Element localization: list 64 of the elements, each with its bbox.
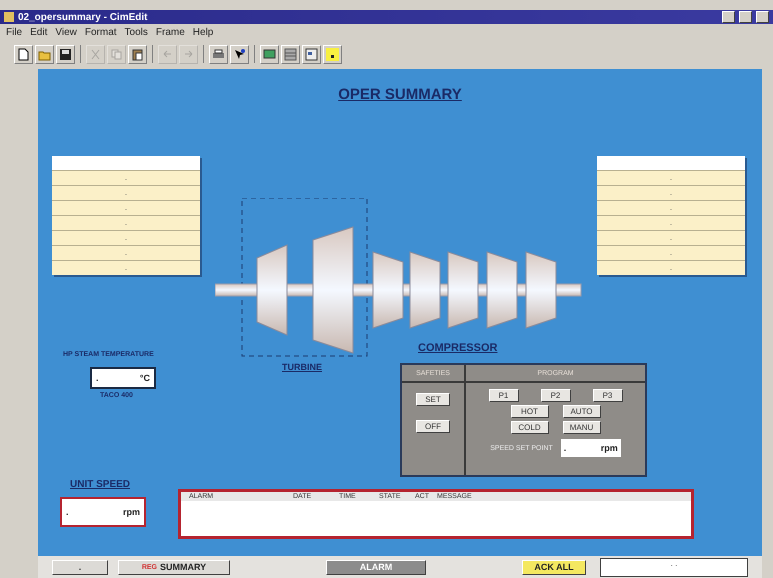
mode-button[interactable]: MANU xyxy=(562,421,600,434)
app-icon xyxy=(4,12,14,22)
table-cell: . xyxy=(52,215,200,230)
safety-button[interactable]: SET xyxy=(416,393,450,406)
table-cell: . xyxy=(52,260,200,275)
menu-item[interactable]: Frame xyxy=(156,26,185,38)
table-cell: . xyxy=(597,215,745,230)
table-cell: . xyxy=(597,230,745,245)
mode-button[interactable]: AUTO xyxy=(562,405,600,418)
table-cell: . xyxy=(597,170,745,185)
mode-button[interactable]: COLD xyxy=(510,421,548,434)
nav-button[interactable]: . xyxy=(52,560,108,574)
program-button[interactable]: P2 xyxy=(540,389,570,402)
set-point-field[interactable]: . rpm xyxy=(560,439,621,457)
safety-button[interactable]: OFF xyxy=(416,420,450,433)
window-title: 02_opersummary - CimEdit xyxy=(18,12,148,22)
toolbar-button[interactable] xyxy=(260,44,279,64)
maximize-button[interactable] xyxy=(739,11,752,23)
program-button[interactable]: P3 xyxy=(592,389,622,402)
scissors-icon xyxy=(89,48,102,60)
table-cell: . xyxy=(597,260,745,275)
new-document-icon xyxy=(17,48,30,60)
printer-icon xyxy=(212,48,225,60)
toolbar-button[interactable] xyxy=(14,44,33,64)
clipboard-icon xyxy=(131,48,144,60)
table-cell: . xyxy=(52,170,200,185)
menu-item[interactable]: File xyxy=(6,26,22,38)
status-field: . . xyxy=(600,558,748,576)
table-cell: . xyxy=(597,200,745,215)
toolbar-button[interactable] xyxy=(302,44,321,64)
unit-speed-label: UNIT SPEED xyxy=(70,479,130,490)
ack-all-button[interactable]: ACK ALL xyxy=(522,560,586,574)
color-icon xyxy=(326,48,339,60)
program-button[interactable]: P1 xyxy=(488,389,518,402)
screen-title: OPER SUMMARY xyxy=(338,86,462,103)
menu-item[interactable]: Format xyxy=(84,26,117,38)
menu-item[interactable]: View xyxy=(55,26,77,38)
table-cell: . xyxy=(52,245,200,260)
menu-item[interactable]: Help xyxy=(192,26,214,38)
turbine-label: TURBINE xyxy=(282,362,322,372)
table-cell: . xyxy=(52,230,200,245)
minimize-button[interactable] xyxy=(722,11,735,23)
table-cell: . xyxy=(597,245,745,260)
table-cell: . xyxy=(52,200,200,215)
monitor-icon xyxy=(263,48,276,60)
copy-icon xyxy=(110,48,123,60)
close-button[interactable] xyxy=(756,11,769,23)
toolbar-button[interactable] xyxy=(230,44,249,64)
menu-item[interactable]: Edit xyxy=(30,26,48,38)
table-cell: . xyxy=(597,185,745,200)
toolbar-button[interactable] xyxy=(56,44,75,64)
grid-icon xyxy=(284,48,297,60)
toolbar-button[interactable] xyxy=(323,44,342,64)
toolbar-button[interactable] xyxy=(209,44,228,64)
help-icon xyxy=(233,48,246,60)
toolbar-button[interactable] xyxy=(281,44,300,64)
compressor-label: COMPRESSOR xyxy=(418,342,498,354)
menu-item[interactable]: Tools xyxy=(124,26,148,38)
window-icon xyxy=(305,48,318,60)
mode-button[interactable]: HOT xyxy=(510,405,548,418)
unit-speed-field: . rpm xyxy=(60,497,146,527)
table-cell: . xyxy=(52,185,200,200)
toolbar-button[interactable] xyxy=(128,44,147,64)
temperature-field: . °C xyxy=(90,367,156,389)
